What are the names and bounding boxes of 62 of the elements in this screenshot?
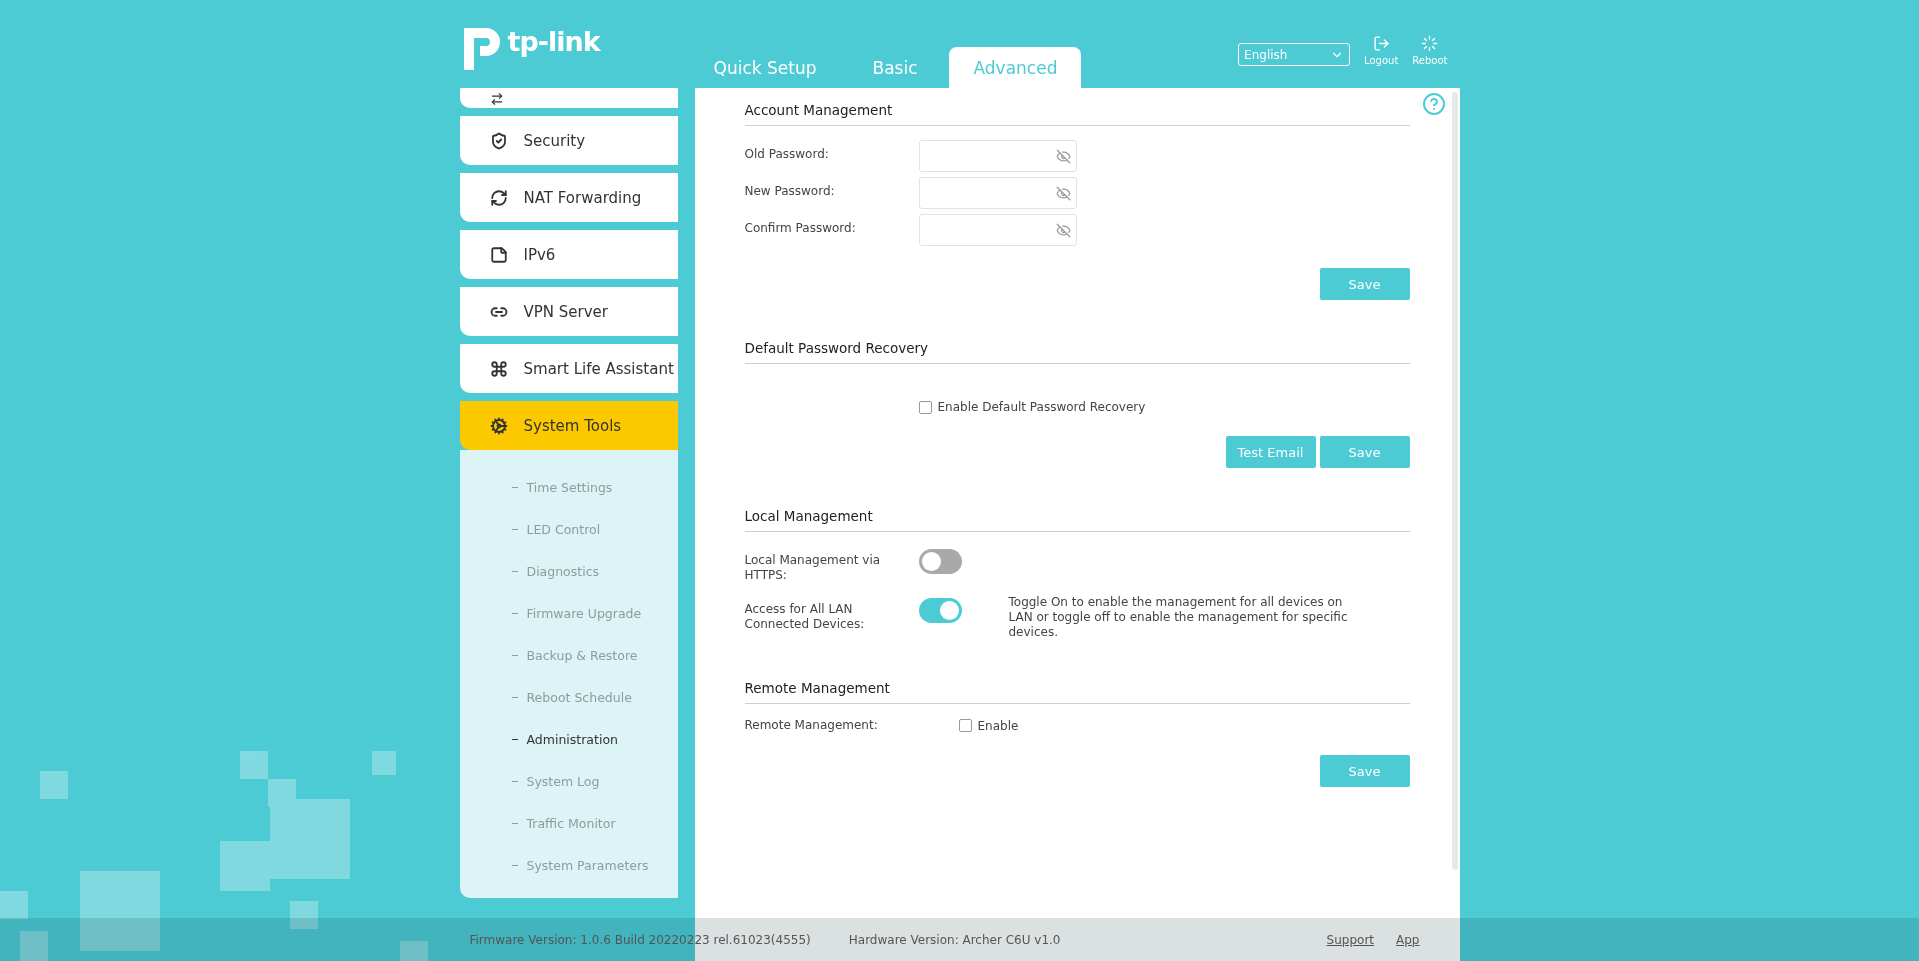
logout-icon xyxy=(1372,35,1390,52)
refresh-icon xyxy=(489,188,508,207)
checkbox[interactable] xyxy=(918,400,932,414)
command-icon xyxy=(489,359,508,378)
help-icon[interactable] xyxy=(1421,92,1446,116)
password-field[interactable] xyxy=(918,177,1077,209)
toggle-switch[interactable] xyxy=(918,598,962,623)
eye-off-icon[interactable] xyxy=(1055,148,1071,164)
nav-tab[interactable]: Basic xyxy=(848,47,942,88)
submenu-item[interactable]: LED Control xyxy=(459,508,678,550)
submenu-item[interactable]: Time Settings xyxy=(459,466,678,508)
password-field[interactable] xyxy=(918,140,1077,172)
sidebar-item[interactable]: System Tools xyxy=(459,401,678,450)
footer-link[interactable]: App xyxy=(1396,932,1420,947)
nav-tab[interactable]: Quick Setup xyxy=(689,47,841,88)
sidebar-item[interactable]: Smart Life Assistant xyxy=(459,344,678,393)
reboot-icon xyxy=(1421,35,1439,52)
sidebar-item[interactable]: Security xyxy=(459,116,678,165)
action-button[interactable]: Save xyxy=(1319,436,1410,468)
action-button[interactable]: Save xyxy=(1319,268,1410,300)
field-label: New Password: xyxy=(744,183,836,199)
help-text: Toggle On to enable the management for all devices on LAN or toggle off to enable the management for specific devices. xyxy=(1008,595,1349,640)
password-field[interactable] xyxy=(918,214,1077,246)
toggle-label: Access for All LAN Connected Devices: xyxy=(744,601,866,632)
submenu-item[interactable]: System Parameters xyxy=(459,844,678,886)
shield-icon xyxy=(489,131,508,150)
toggle-switch[interactable] xyxy=(918,549,962,574)
eye-off-icon[interactable] xyxy=(1055,185,1071,201)
nav-tab[interactable]: Advanced xyxy=(949,47,1082,88)
gear-icon xyxy=(489,416,508,435)
section-heading: Remote Management xyxy=(744,680,1410,704)
sidebar-item[interactable]: VPN Server xyxy=(459,287,678,336)
section-heading: Account Management xyxy=(744,102,1410,126)
hardware-version: Hardware Version: Archer C6U v1.0 xyxy=(848,932,1062,947)
section-heading: Default Password Recovery xyxy=(744,340,1410,364)
sidebar-item[interactable]: NAT Forwarding xyxy=(459,173,678,222)
field-label: Old Password: xyxy=(744,146,830,162)
note-icon xyxy=(489,245,508,264)
sidebar-item[interactable]: IPv6 xyxy=(459,230,678,279)
section-heading: Local Management xyxy=(744,508,1410,532)
action-button[interactable]: Save xyxy=(1319,755,1410,787)
eye-off-icon[interactable] xyxy=(1055,222,1071,238)
submenu-item[interactable]: Administration xyxy=(459,718,678,760)
action-button[interactable]: Test Email xyxy=(1225,436,1316,468)
field-label: Remote Management: xyxy=(744,718,879,733)
submenu-item[interactable]: Firmware Upgrade xyxy=(459,592,678,634)
submenu-item[interactable]: Traffic Monitor xyxy=(459,802,678,844)
footer-link[interactable]: Support xyxy=(1326,932,1375,947)
checkbox-label: Enable xyxy=(977,718,1019,733)
logout-button[interactable]: Logout xyxy=(1364,35,1399,66)
submenu-item[interactable]: Reboot Schedule xyxy=(459,676,678,718)
language-select[interactable]: English xyxy=(1238,43,1351,66)
toggle-label: Local Management via HTTPS: xyxy=(744,552,882,583)
submenu-item[interactable]: System Log xyxy=(459,760,678,802)
arrows-icon xyxy=(489,92,504,106)
logo-text: tp-link xyxy=(507,26,600,57)
field-label: Confirm Password: xyxy=(744,220,857,236)
checkbox-label: Enable Default Password Recovery xyxy=(937,400,1146,414)
submenu-item[interactable]: Backup & Restore xyxy=(459,634,678,676)
submenu-item[interactable]: Diagnostics xyxy=(459,550,678,592)
checkbox[interactable] xyxy=(958,719,972,732)
reboot-button[interactable]: Reboot xyxy=(1412,35,1448,66)
